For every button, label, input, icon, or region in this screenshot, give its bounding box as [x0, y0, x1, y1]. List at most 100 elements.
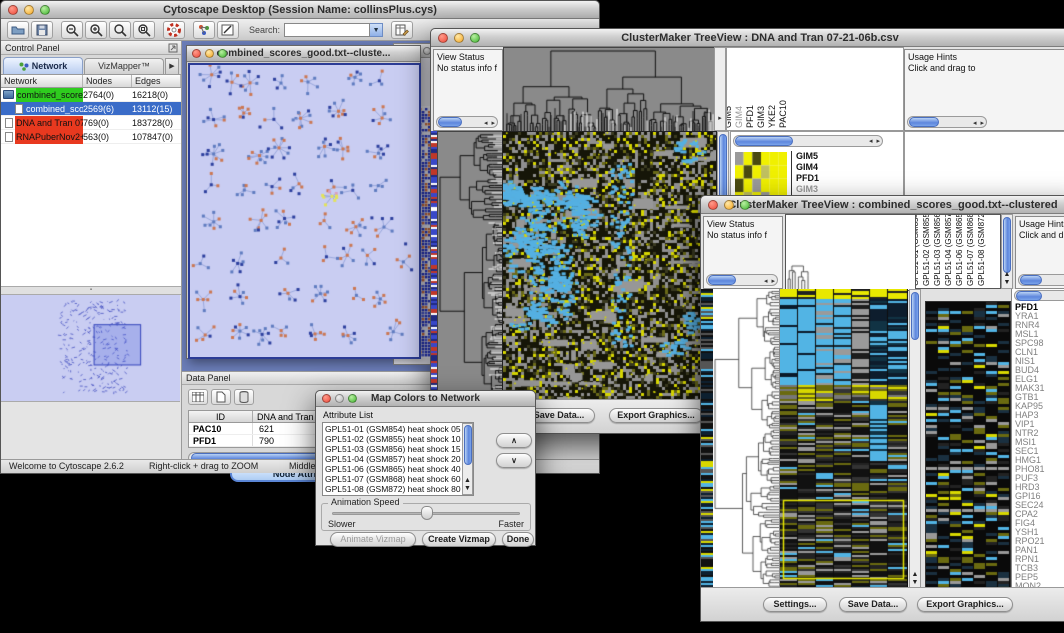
network-tree-row[interactable]: combined_scores2764(0)16218(0) — [1, 88, 181, 102]
view-status-scrollbar[interactable]: ◂ ▸ — [436, 116, 498, 128]
dna-column-dendrogram[interactable] — [503, 47, 716, 133]
animation-speed-label: Animation Speed — [328, 497, 403, 507]
combined-heatmap-vscrollbar[interactable]: ▲▼ — [909, 289, 921, 589]
close-button[interactable] — [8, 5, 18, 15]
panel-splitter[interactable]: ▪ — [1, 287, 181, 295]
search-input[interactable] — [284, 23, 370, 37]
zoom-button[interactable] — [40, 5, 50, 15]
cell-id: PAC10 — [189, 423, 253, 434]
table-icon[interactable] — [188, 389, 208, 405]
save-icon[interactable] — [31, 21, 53, 39]
dna-summary-scrollbar[interactable]: ◂ ▸ — [733, 135, 883, 147]
dialog-title: Map Colors to Network — [371, 393, 480, 404]
move-up-button[interactable]: ∧ — [496, 433, 532, 448]
col-header-id[interactable]: ID — [189, 411, 253, 422]
minimize-button[interactable] — [205, 49, 214, 58]
annotation-icon[interactable] — [217, 21, 239, 39]
minimize-button[interactable] — [454, 33, 464, 43]
dna-window-title: ClusterMaker TreeView : DNA and Tran 07-… — [621, 32, 899, 44]
minimize-button[interactable] — [24, 5, 34, 15]
zoom-in-icon[interactable] — [85, 21, 107, 39]
zoom-button[interactable] — [218, 49, 227, 58]
network-tree-row[interactable]: RNAPuberNov2+!563(0)107847(0) — [1, 130, 181, 144]
combined-column-dendrogram[interactable] — [785, 214, 917, 291]
attribute-list[interactable]: GPL51-01 (GSM854) heat shock 05 minGPL51… — [322, 422, 474, 496]
matrix-label: GIM5 — [796, 151, 824, 162]
zoom-button[interactable] — [348, 394, 357, 403]
combined-secondary-heatmap[interactable] — [925, 301, 1011, 591]
open-folder-icon[interactable] — [7, 21, 29, 39]
network-canvas[interactable] — [188, 63, 421, 359]
dna-top-splitter[interactable]: ▸ — [714, 47, 726, 131]
network-overview-canvas[interactable] — [1, 295, 180, 402]
network-tree-row[interactable]: combined_sco2569(6)13112(15) — [1, 102, 181, 116]
usage-hints-text: Click and drag to — [908, 63, 1064, 74]
zoom-button[interactable] — [740, 200, 750, 210]
network-nodes-count: 769(0) — [83, 116, 132, 130]
float-panel-icon[interactable] — [168, 43, 178, 53]
minimize-button[interactable] — [724, 200, 734, 210]
export-graphics-button[interactable]: Export Graphics... — [917, 597, 1013, 612]
column-label: GPL51-04 (GSM857) — [944, 214, 953, 286]
dna-title-bar[interactable]: ClusterMaker TreeView : DNA and Tran 07-… — [431, 29, 1064, 47]
export-graphics-button[interactable]: Export Graphics... — [609, 408, 703, 423]
combined-row-dendrogram[interactable] — [713, 289, 780, 589]
combined-labels-vscrollbar[interactable]: ▲▼ — [1001, 214, 1013, 289]
status-welcome: Welcome to Cytoscape 2.6.2 — [9, 461, 124, 471]
network-name: DNA and Tran 07 — [15, 116, 83, 130]
zoom-fit-icon[interactable] — [109, 21, 131, 39]
matrix-label: GIM4 — [796, 162, 824, 173]
attribute-list-item[interactable]: GPL51-06 (GSM865) heat shock 40 min — [325, 464, 471, 474]
document-icon[interactable] — [211, 389, 231, 405]
close-button[interactable] — [322, 394, 331, 403]
attribute-list-item[interactable]: GPL51-03 (GSM856) heat shock 15 min — [325, 444, 471, 454]
combined-overview-strip[interactable] — [701, 289, 713, 589]
zoom-selected-icon[interactable] — [133, 21, 155, 39]
animate-vizmap-button[interactable]: Animate Vizmap — [330, 532, 416, 547]
attribute-list-item[interactable]: GPL51-01 (GSM854) heat shock 05 min — [325, 424, 471, 434]
dna-row-dendrogram[interactable] — [437, 131, 503, 403]
combined-heatmap-canvas[interactable] — [780, 289, 908, 589]
help-lifesaver-icon[interactable] — [163, 21, 185, 39]
settings-button[interactable]: Settings... — [763, 597, 827, 612]
attribute-table-icon[interactable] — [391, 21, 413, 39]
attribute-list-item[interactable]: GPL51-02 (GSM855) heat shock 10 min — [325, 434, 471, 444]
usage-hints-scrollbar[interactable]: ◂ ▸ — [907, 116, 987, 128]
attribute-list-item[interactable]: GPL51-08 (GSM872) heat shock 80 min — [325, 484, 471, 494]
usage-hints-scrollbar[interactable] — [1018, 274, 1064, 286]
dna-heatmap-canvas[interactable] — [502, 131, 717, 403]
save-data-button[interactable]: Save Data... — [839, 597, 907, 612]
close-button[interactable] — [192, 49, 201, 58]
gene-list-scrollbar[interactable] — [1014, 290, 1064, 301]
close-button[interactable] — [708, 200, 718, 210]
minimize-button[interactable] — [335, 394, 344, 403]
column-label: GPL51-08 (GSM872) — [977, 214, 986, 286]
network-tree-row[interactable]: DNA and Tran 07769(0)183728(0) — [1, 116, 181, 130]
dialog-title-bar[interactable]: Map Colors to Network — [316, 391, 535, 407]
attribute-list-item[interactable]: GPL51-07 (GSM868) heat shock 60 min — [325, 474, 471, 484]
tab-vizmapper[interactable]: VizMapper™ — [84, 58, 164, 74]
main-title-bar[interactable]: Cytoscape Desktop (Session Name: collins… — [1, 1, 599, 19]
view-status-text: No status info f — [707, 230, 779, 241]
search-label: Search: — [249, 25, 280, 35]
tab-network[interactable]: Network — [3, 57, 83, 74]
column-label: GPL51-02 (GSM855) — [922, 214, 931, 286]
attribute-list-item[interactable]: GPL51-04 (GSM857) heat shock 20 min — [325, 454, 471, 464]
zoom-button[interactable] — [470, 33, 480, 43]
network-nodes-icon[interactable] — [193, 21, 215, 39]
trash-icon[interactable] — [234, 389, 254, 405]
search-dropdown-icon[interactable]: ▼ — [370, 23, 383, 37]
gene-list[interactable]: PFD1YRA1RNR4MSL1SPC98CLN1NIS1BUD4ELG1MAK… — [1015, 303, 1045, 591]
done-button[interactable]: Done — [502, 532, 534, 547]
create-vizmap-button[interactable]: Create Vizmap — [422, 532, 496, 547]
usage-hints-title: Usage Hints — [1019, 219, 1064, 230]
zoom-out-icon[interactable] — [61, 21, 83, 39]
combined-title-bar[interactable]: ClusterMaker TreeView : combined_scores_… — [701, 196, 1064, 214]
attribute-list-scrollbar[interactable]: ▲▼ — [462, 423, 473, 495]
move-down-button[interactable]: ∨ — [496, 453, 532, 468]
tab-overflow-icon[interactable]: ▶ — [165, 58, 179, 74]
column-label: PFD1 — [745, 105, 755, 128]
close-button[interactable] — [438, 33, 448, 43]
view-status-scrollbar[interactable]: ◂ ▸ — [706, 274, 778, 286]
speed-slider-handle[interactable] — [421, 506, 433, 520]
